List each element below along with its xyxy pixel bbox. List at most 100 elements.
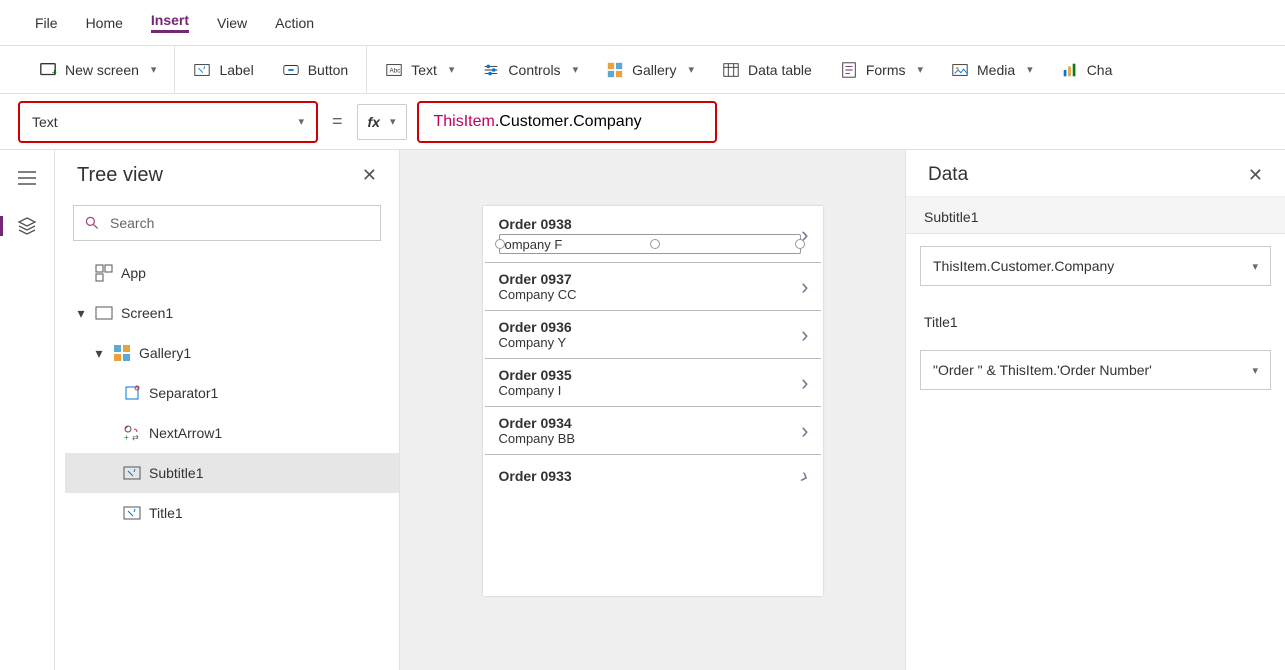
menu-action[interactable]: Action: [275, 15, 314, 31]
tree: App ▾ Screen1 ▾ Gallery1 Separator1 +⇄ N…: [55, 253, 399, 533]
data-field-subtitle-label: Subtitle1: [906, 197, 1285, 234]
label-label: Label: [219, 62, 253, 78]
gallery-item[interactable]: Order 0934Company BB›: [485, 406, 821, 454]
close-icon[interactable]: ✕: [1248, 165, 1263, 186]
svg-text:Abc: Abc: [390, 67, 401, 74]
gallery-item[interactable]: Order 0937Company CC›: [485, 262, 821, 310]
gallery-preview: Order 0938ompany F›Order 0937Company CC›…: [483, 206, 823, 499]
new-screen-label: New screen: [65, 62, 139, 78]
screen-icon: [95, 304, 113, 322]
tree-node-screen[interactable]: ▾ Screen1: [65, 293, 399, 333]
ribbon-toolbar: + New screen▾ Label Button Abc Text▾ Con…: [0, 46, 1285, 94]
hamburger-icon[interactable]: [17, 168, 37, 188]
tree-node-title[interactable]: Title1: [65, 493, 399, 533]
tree-node-label: Title1: [149, 505, 183, 521]
chevron-down-icon: ▾: [1252, 260, 1258, 273]
svg-text:+: +: [124, 433, 129, 442]
controls-button[interactable]: Controls▾: [468, 61, 592, 79]
media-label: Media: [977, 62, 1015, 78]
nextarrow-icon: +⇄: [123, 424, 141, 442]
close-icon[interactable]: ✕: [362, 165, 377, 186]
text-button[interactable]: Abc Text▾: [371, 61, 468, 79]
gallery-item[interactable]: Order 0936Company Y›: [485, 310, 821, 358]
canvas-area[interactable]: Order 0938ompany F›Order 0937Company CC›…: [400, 150, 905, 670]
selected-subtitle-control[interactable]: ompany F: [499, 234, 802, 254]
gallery-icon: [606, 61, 624, 79]
data-field-subtitle-select[interactable]: ThisItem.Customer.Company ▾: [920, 246, 1271, 286]
tree-node-label: NextArrow1: [149, 425, 222, 441]
chevron-right-icon[interactable]: ›: [801, 274, 808, 300]
gallery-item[interactable]: Order 0935Company I›: [485, 358, 821, 406]
menu-home[interactable]: Home: [86, 15, 123, 31]
label-icon: [123, 464, 141, 482]
tree-node-subtitle[interactable]: Subtitle1: [65, 453, 399, 493]
gallery-item-subtitle: Company BB: [499, 431, 802, 446]
chevron-right-icon[interactable]: ›: [801, 322, 808, 348]
resize-handle[interactable]: [650, 239, 660, 249]
controls-label: Controls: [508, 62, 560, 78]
button-button[interactable]: Button: [268, 61, 362, 79]
button-icon: [282, 61, 300, 79]
new-screen-button[interactable]: + New screen▾: [25, 61, 170, 79]
gallery-item-title: Order 0933: [499, 468, 802, 484]
tree-node-gallery[interactable]: ▾ Gallery1: [65, 333, 399, 373]
charts-label: Cha: [1087, 62, 1113, 78]
gallery-item-title: Order 0934: [499, 415, 802, 431]
gallery-item-title: Order 0937: [499, 271, 802, 287]
caret-down-icon: ▾: [93, 345, 105, 362]
layers-icon[interactable]: [17, 216, 37, 236]
search-icon: [84, 215, 100, 231]
caret-down-icon: ▾: [75, 305, 87, 322]
gallery-item-subtitle: ompany F: [500, 237, 563, 252]
chevron-down-icon: ▾: [390, 115, 396, 128]
datatable-icon: [722, 61, 740, 79]
tree-node-nextarrow[interactable]: +⇄ NextArrow1: [65, 413, 399, 453]
select-value: "Order " & ThisItem.'Order Number': [933, 362, 1152, 378]
forms-icon: [840, 61, 858, 79]
controls-icon: [482, 61, 500, 79]
search-placeholder: Search: [110, 215, 154, 231]
media-button[interactable]: Media▾: [937, 61, 1047, 79]
forms-label: Forms: [866, 62, 906, 78]
menu-insert[interactable]: Insert: [151, 12, 189, 33]
property-selector[interactable]: Text▾: [18, 101, 318, 143]
menu-view[interactable]: View: [217, 15, 247, 31]
resize-handle[interactable]: [495, 239, 505, 249]
chevron-right-icon[interactable]: ›: [801, 370, 808, 396]
select-value: ThisItem.Customer.Company: [933, 258, 1114, 274]
fx-expand-button[interactable]: fx▾: [357, 104, 407, 140]
media-icon: [951, 61, 969, 79]
button-label: Button: [308, 62, 348, 78]
data-field-title-select[interactable]: "Order " & ThisItem.'Order Number' ▾: [920, 350, 1271, 390]
svg-text:+: +: [52, 67, 57, 77]
tree-node-app[interactable]: App: [65, 253, 399, 293]
gallery-item[interactable]: Order 0933›: [485, 454, 821, 497]
tree-search-input[interactable]: Search: [73, 205, 381, 241]
data-field-title-label: Title1: [906, 302, 1285, 338]
formula-bar: Text▾ = fx▾ ThisItem.Customer.Company: [0, 94, 1285, 150]
screen-icon: +: [39, 61, 57, 79]
chevron-down-icon: ▾: [1252, 364, 1258, 377]
chevron-right-icon[interactable]: ›: [801, 418, 808, 444]
formula-token-member: Customer: [499, 113, 568, 131]
label-icon: [123, 504, 141, 522]
tree-node-separator[interactable]: Separator1: [65, 373, 399, 413]
formula-token-member: Company: [573, 113, 641, 131]
gallery-button[interactable]: Gallery▾: [592, 61, 708, 79]
label-button[interactable]: Label: [179, 61, 267, 79]
resize-handle[interactable]: [795, 239, 805, 249]
formula-input[interactable]: ThisItem.Customer.Company: [417, 101, 717, 143]
gallery-label: Gallery: [632, 62, 676, 78]
forms-button[interactable]: Forms ▾: [826, 61, 937, 79]
chevron-down-icon: ▾: [449, 63, 455, 76]
datatable-button[interactable]: Data table: [708, 61, 826, 79]
text-icon: Abc: [385, 61, 403, 79]
chevron-down-icon: ▾: [917, 63, 923, 76]
menu-file[interactable]: File: [35, 15, 58, 31]
charts-button[interactable]: Cha: [1047, 61, 1127, 79]
svg-text:⇄: ⇄: [132, 433, 139, 442]
equals-sign: =: [328, 111, 347, 132]
tree-view-panel: Tree view ✕ Search App ▾ Screen1 ▾ Galle…: [55, 150, 400, 670]
gallery-item[interactable]: Order 0938ompany F›: [485, 208, 821, 262]
main-area: Tree view ✕ Search App ▾ Screen1 ▾ Galle…: [0, 150, 1285, 670]
